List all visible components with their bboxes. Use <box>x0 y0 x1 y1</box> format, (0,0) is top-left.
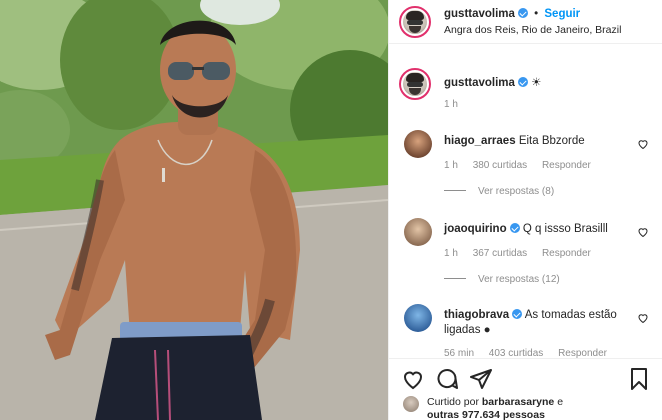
reply-button[interactable]: Responder <box>558 348 607 358</box>
likes-others[interactable]: outras 977.634 pessoas <box>427 409 545 420</box>
comment-likes[interactable]: 403 curtidas <box>489 348 543 358</box>
view-replies-label[interactable]: Ver respostas (8) <box>478 186 554 197</box>
commenter-avatar[interactable] <box>404 130 432 158</box>
comment-likes[interactable]: 367 curtidas <box>473 248 527 259</box>
comment-username[interactable]: thiagobrava <box>444 309 509 321</box>
caption-avatar[interactable] <box>399 68 431 100</box>
comment-text: hiago_arraes Eita Bbzorde <box>444 134 634 149</box>
verified-icon <box>509 223 520 233</box>
commenter-avatar[interactable] <box>404 304 432 332</box>
reply-button[interactable]: Responder <box>542 160 591 171</box>
photo-illustration <box>0 0 388 420</box>
post-header: gusttavolima • Seguir Angra dos Reis, Ri… <box>389 0 662 44</box>
heart-icon[interactable] <box>637 138 649 150</box>
comment-body: Q q issso Brasilll <box>522 223 608 235</box>
liked-by-prefix: Curtido por <box>427 396 479 408</box>
liked-by-and: e <box>557 396 564 408</box>
verified-icon <box>517 77 528 87</box>
comment-text: thiagobrava As tomadas estão ligadas ● <box>444 308 634 338</box>
author-username[interactable]: gusttavolima <box>444 8 515 20</box>
bookmark-icon[interactable] <box>627 367 651 391</box>
caption-username[interactable]: gusttavolima <box>444 77 515 89</box>
verified-icon <box>512 309 523 319</box>
caption-body: ☀ <box>531 77 542 89</box>
verified-icon <box>517 8 528 18</box>
author-line: gusttavolima • Seguir <box>444 8 580 20</box>
comment-time: 1 h <box>444 160 458 171</box>
comment-body: Eita Bbzorde <box>518 135 585 147</box>
comment-meta: 1 h 367 curtidas Responder <box>444 248 603 259</box>
commenter-avatar[interactable] <box>404 218 432 246</box>
likes-others-count[interactable]: outras 977.634 pessoas <box>427 409 545 420</box>
comment-time: 56 min <box>444 348 475 358</box>
view-replies-label[interactable]: Ver respostas (12) <box>478 274 560 285</box>
comment-username[interactable]: hiago_arraes <box>444 135 516 147</box>
heart-icon[interactable] <box>637 226 649 238</box>
comment-time: 1 h <box>444 248 458 259</box>
comment-meta: 1 h 380 curtidas Responder <box>444 160 603 171</box>
comment-text: joaoquirino Q q issso Brasilll <box>444 222 634 237</box>
post-location[interactable]: Angra dos Reis, Rio de Janeiro, Brazil <box>444 24 621 36</box>
caption-text: gusttavolima ☀ <box>444 75 541 89</box>
share-icon[interactable] <box>469 367 493 391</box>
view-replies[interactable]: Ver respostas (8) <box>444 186 554 197</box>
comment-meta: 56 min 403 curtidas Responder <box>444 348 619 358</box>
author-avatar[interactable] <box>399 6 431 38</box>
follow-button[interactable]: Seguir <box>544 8 580 20</box>
comments-list[interactable]: gusttavolima ☀ 1 h hiago_arraes Eita Bbz… <box>389 44 662 358</box>
comment-icon[interactable] <box>435 367 459 391</box>
post-photo[interactable] <box>0 0 388 420</box>
comment-likes[interactable]: 380 curtidas <box>473 160 527 171</box>
separator-dot: • <box>534 8 539 20</box>
heart-icon[interactable] <box>401 367 425 391</box>
heart-icon[interactable] <box>637 312 649 324</box>
reply-button[interactable]: Responder <box>542 248 591 259</box>
caption-time: 1 h <box>444 99 458 110</box>
post-sidebar: gusttavolima • Seguir Angra dos Reis, Ri… <box>388 0 662 420</box>
liked-by-line: Curtido por barbarasaryne e <box>427 396 563 408</box>
bomb-emoji: ● <box>483 324 491 336</box>
comment-username[interactable]: joaoquirino <box>444 223 507 235</box>
liked-by-user[interactable]: barbarasaryne <box>482 396 554 408</box>
liker-avatar[interactable] <box>403 396 419 412</box>
view-replies[interactable]: Ver respostas (12) <box>444 274 560 285</box>
likes-summary: Curtido por barbarasaryne e outras 977.6… <box>389 392 662 420</box>
